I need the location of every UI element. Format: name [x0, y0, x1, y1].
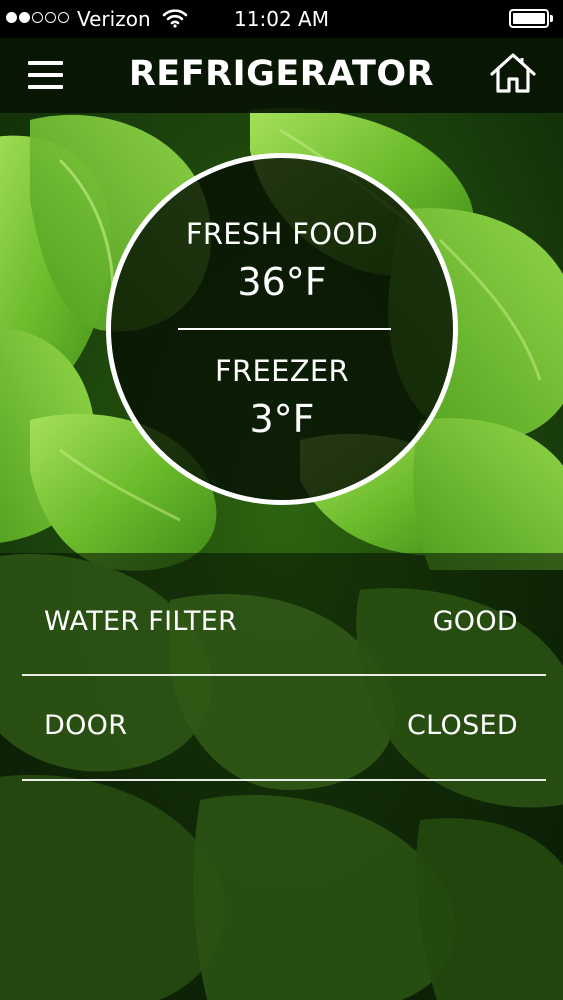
water-filter-status: GOOD	[432, 605, 518, 637]
home-icon[interactable]	[488, 50, 538, 96]
temperature-dial[interactable]: FRESH FOOD 36°F FREEZER 3°F	[106, 153, 458, 505]
fresh-food-label: FRESH FOOD	[185, 217, 379, 251]
water-filter-row[interactable]: WATER FILTER GOOD	[44, 601, 518, 641]
door-row[interactable]: DOOR CLOSED	[44, 705, 518, 745]
fresh-food-temperature: 36°F	[237, 260, 327, 304]
freezer-label: FREEZER	[215, 354, 349, 388]
freezer-section[interactable]: FREEZER 3°F	[111, 353, 453, 443]
temperature-divider	[178, 328, 391, 330]
door-status: CLOSED	[407, 709, 518, 741]
fresh-food-section[interactable]: FRESH FOOD 36°F	[111, 216, 453, 306]
status-time: 11:02 AM	[234, 7, 329, 31]
nav-bar: REFRIGERATOR	[0, 38, 563, 113]
row-divider	[22, 779, 546, 781]
row-divider	[22, 674, 546, 676]
battery-nub	[550, 15, 553, 22]
water-filter-label: WATER FILTER	[44, 605, 238, 637]
status-bar: Verizon 11:02 AM	[0, 0, 563, 38]
page-title: REFRIGERATOR	[128, 54, 435, 94]
door-label: DOOR	[44, 709, 128, 741]
status-panel: WATER FILTER GOOD DOOR CLOSED	[0, 553, 563, 1000]
battery-icon	[509, 9, 549, 28]
freezer-temperature: 3°F	[249, 397, 315, 441]
